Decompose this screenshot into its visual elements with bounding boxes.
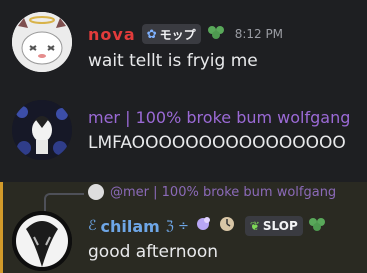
username-suffix: ℨ ÷ [165, 218, 189, 234]
mer-avatar-image [12, 100, 72, 160]
avatar[interactable] [12, 100, 72, 160]
username[interactable]: nova [88, 25, 136, 44]
clock-icon [219, 216, 235, 236]
reply-avatar [88, 184, 104, 200]
orb-icon [195, 216, 211, 236]
avatar[interactable] [12, 12, 72, 72]
message-mer-header: mer | 100% broke bum wolfgang [88, 108, 350, 127]
avatar[interactable] [12, 211, 72, 271]
chilam-avatar-image [12, 211, 72, 271]
message-chilam-header: ℰ chilam ℨ ÷ ❦ SLOP [88, 216, 325, 236]
message-text: wait tellt is fryig me [88, 51, 258, 71]
timestamp: 8:12 PM [234, 27, 284, 41]
username[interactable]: mer | 100% broke bum wolfgang [88, 108, 350, 127]
message-text: good afternoon [88, 242, 219, 262]
message-text: LMFAOOOOOOOOOOOOOOOO [88, 133, 346, 153]
clover-icon [308, 216, 325, 236]
flower-icon: ✿ [146, 27, 157, 41]
reply-username: @mer | 100% broke bum wolfgang [110, 184, 337, 200]
reply-reference[interactable]: @mer | 100% broke bum wolfgang [88, 184, 336, 200]
nova-avatar-image [12, 12, 72, 72]
tag-label: モップ [159, 27, 196, 42]
clan-tag[interactable]: ✿ モップ [141, 24, 201, 44]
username[interactable]: chilam [100, 217, 159, 236]
clan-tag[interactable]: ❦ SLOP [244, 216, 303, 236]
tag-label: SLOP [262, 219, 298, 233]
clover-icon [207, 24, 225, 44]
message-nova: nova ✿ モップ 8:12 PM wait tellt is fryig m… [0, 0, 367, 90]
leaf-icon: ❦ [249, 219, 260, 233]
username-prefix: ℰ [88, 218, 97, 234]
